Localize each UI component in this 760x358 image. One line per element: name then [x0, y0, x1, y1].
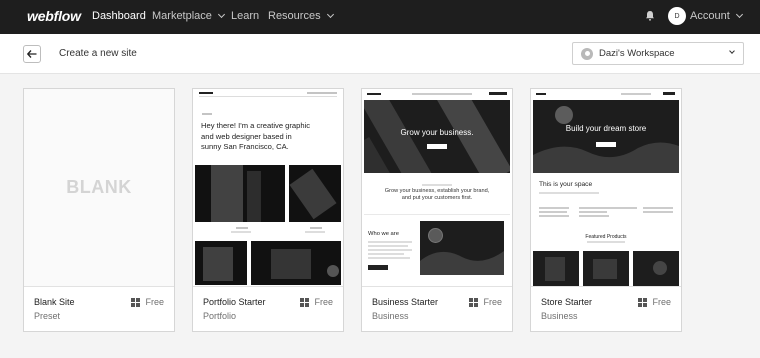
product-thumb [583, 251, 629, 286]
workspace-label: Dazi's Workspace [599, 48, 675, 59]
template-grid-icon [469, 297, 479, 307]
workspace-select[interactable]: Dazi's Workspace [572, 42, 744, 65]
nav-dashboard[interactable]: Dashboard [92, 10, 146, 22]
chevron-down-icon [729, 48, 735, 54]
template-name: Blank Site [34, 297, 75, 307]
template-name: Portfolio Starter [203, 297, 266, 307]
store-hero-text: Build your dream store [565, 124, 647, 133]
avatar[interactable]: D [668, 7, 686, 25]
template-grid-icon [131, 297, 141, 307]
wave-shape [420, 251, 504, 275]
template-card-business[interactable]: Grow your business. Grow your business, … [361, 88, 513, 332]
business-thumb-section: Who we are [368, 231, 399, 237]
store-hero: Build your dream store [533, 100, 679, 173]
price-label: Free [145, 297, 164, 307]
store-thumb-section: Featured Products [585, 234, 627, 240]
top-nav: webflow Dashboard Marketplace Learn Reso… [0, 0, 760, 34]
price-badge: Free [638, 297, 671, 307]
template-thumbnail: Build your dream store This is your spac… [531, 89, 681, 287]
nav-learn-label: Learn [231, 10, 260, 22]
nav-resources-label: Resources [268, 10, 321, 22]
nav-marketplace-label: Marketplace [152, 10, 212, 22]
price-badge: Free [469, 297, 502, 307]
product-thumb [533, 251, 579, 286]
bell-icon[interactable] [645, 10, 655, 21]
price-label: Free [314, 297, 333, 307]
template-category: Portfolio [203, 311, 237, 321]
chevron-down-icon [217, 10, 225, 19]
chevron-down-icon [326, 10, 334, 19]
template-category: Business [541, 311, 578, 321]
template-card-blank[interactable]: BLANK Blank Site Preset Free [23, 88, 175, 332]
price-label: Free [652, 297, 671, 307]
template-thumbnail: BLANK [24, 89, 174, 287]
store-thumb-sub: This is your space [539, 181, 593, 188]
price-label: Free [483, 297, 502, 307]
blank-thumb-text: BLANK [66, 177, 132, 197]
back-button[interactable] [23, 45, 41, 63]
template-thumbnail: Hey there! I'm a creative graphic and we… [193, 89, 343, 287]
nav-learn[interactable]: Learn [231, 10, 259, 22]
price-badge: Free [131, 297, 164, 307]
account-menu[interactable]: Account [690, 10, 743, 22]
template-thumbnail: Grow your business. Grow your business, … [362, 89, 512, 287]
business-feature-image [420, 221, 504, 275]
business-hero-text: Grow your business. [400, 128, 474, 137]
template-name: Business Starter [372, 297, 439, 307]
portfolio-thumb-headline: Hey there! I'm a creative graphic and we… [201, 121, 311, 151]
account-label: Account [690, 10, 730, 22]
template-name: Store Starter [541, 297, 593, 307]
template-card-store[interactable]: Build your dream store This is your spac… [530, 88, 682, 332]
business-thumb-sub: Grow your business, establish your brand… [384, 188, 490, 201]
template-category: Preset [34, 311, 61, 321]
product-thumb [633, 251, 679, 286]
page-title: Create a new site [59, 48, 137, 59]
template-category: Business [372, 311, 409, 321]
business-hero: Grow your business. [364, 100, 510, 173]
webflow-logo[interactable]: webflow [27, 8, 81, 24]
nav-resources[interactable]: Resources [268, 10, 334, 22]
template-card-portfolio[interactable]: Hey there! I'm a creative graphic and we… [192, 88, 344, 332]
price-badge: Free [300, 297, 333, 307]
nav-marketplace[interactable]: Marketplace [152, 10, 225, 22]
template-grid-icon [300, 297, 310, 307]
nav-dashboard-label: Dashboard [92, 10, 146, 22]
workspace-icon [581, 47, 593, 60]
wave-shape [533, 142, 679, 173]
template-grid-icon [638, 297, 648, 307]
arrow-left-icon [27, 50, 37, 58]
chevron-down-icon [735, 10, 743, 19]
